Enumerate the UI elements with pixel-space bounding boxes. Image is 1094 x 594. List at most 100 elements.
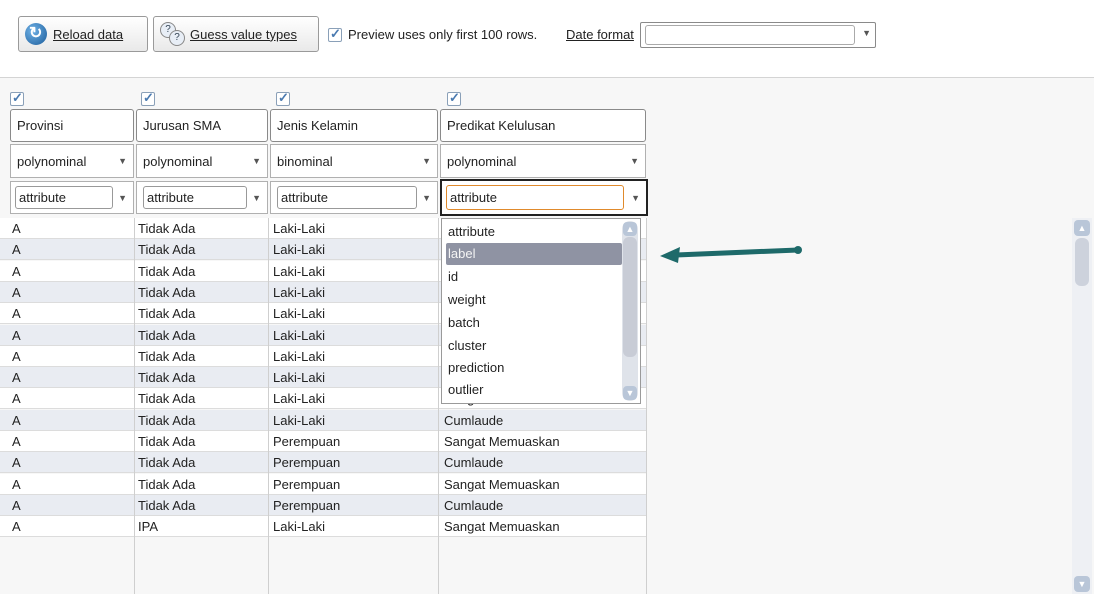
date-format-select[interactable]: ▼ (640, 22, 876, 48)
table-cell: A (12, 284, 21, 300)
table-cell: Tidak Ada (138, 284, 196, 300)
table-cell: A (12, 263, 21, 279)
column-name-field[interactable]: Provinsi (10, 109, 134, 142)
column-role-select[interactable]: attribute ▼ (10, 181, 134, 214)
column-name-field[interactable]: Jenis Kelamin (270, 109, 438, 142)
role-dropdown-list[interactable]: attribute label id weight batch cluster predic… (441, 218, 641, 404)
table-cell: Tidak Ada (138, 263, 196, 279)
table-row[interactable]: A Tidak Ada Perempuan Sangat Memuaskan (0, 473, 646, 495)
column-type-select[interactable]: polynominal ▼ (440, 144, 646, 178)
dropdown-scrollbar[interactable]: ▲ ▼ (622, 221, 638, 401)
reload-data-label: Reload data (53, 26, 124, 42)
table-scrollbar[interactable]: ▲ ▼ (1072, 218, 1092, 594)
table-cell: Tidak Ada (138, 242, 196, 258)
table-cell: Laki-Laki (273, 263, 326, 279)
column-include-checkbox[interactable] (447, 90, 461, 106)
table-cell: A (12, 497, 21, 513)
table-cell: Sangat Memuaskan (444, 476, 560, 492)
column-role-value: attribute (277, 186, 417, 209)
role-option-attribute[interactable]: attribute (446, 221, 622, 243)
table-cell: Tidak Ada (138, 306, 196, 322)
column-name-field[interactable]: Predikat Kelulusan (440, 109, 646, 142)
table-cell: Laki-Laki (273, 306, 326, 322)
arrow-tail-dot (794, 246, 802, 254)
column-role-select-active[interactable]: attribute ▼ (440, 179, 648, 216)
column-include-checkbox[interactable] (10, 90, 24, 106)
table-row[interactable]: A Tidak Ada Perempuan Sangat Memuaskan (0, 431, 646, 452)
column-role-select[interactable]: attribute ▼ (270, 181, 438, 214)
chevron-down-icon: ▼ (118, 156, 127, 166)
preview-checkbox[interactable] (328, 26, 342, 42)
reload-data-button[interactable]: Reload data (18, 16, 148, 52)
column-role-select[interactable]: attribute ▼ (136, 181, 268, 214)
table-cell: A (12, 519, 21, 535)
scroll-up-icon[interactable]: ▲ (623, 222, 637, 236)
column-include-checkbox[interactable] (141, 90, 155, 106)
arrow-head (660, 247, 680, 263)
column-type-select[interactable]: polynominal ▼ (136, 144, 268, 178)
date-format-label: Date format (566, 27, 634, 42)
column-type-select[interactable]: polynominal ▼ (10, 144, 134, 178)
table-cell: Tidak Ada (138, 221, 196, 236)
table-scroll-thumb[interactable] (1075, 238, 1089, 286)
table-cell: Laki-Laki (273, 412, 326, 428)
dropdown-scroll-thumb[interactable] (623, 237, 637, 357)
table-cell: Laki-Laki (273, 519, 326, 535)
chevron-down-icon: ▼ (422, 192, 431, 203)
role-option-outlier[interactable]: outlier (446, 379, 622, 401)
column-type-value: polynominal (447, 153, 517, 169)
column-name-field[interactable]: Jurusan SMA (136, 109, 268, 142)
table-cell: A (12, 242, 21, 258)
guess-value-types-label: Guess value types (190, 26, 297, 42)
reload-icon (25, 23, 47, 45)
table-cell: A (12, 370, 21, 386)
column-include-checkbox[interactable] (276, 90, 290, 106)
table-cell: Tidak Ada (138, 434, 196, 449)
column-type-value: polynominal (17, 153, 87, 169)
role-option-cluster[interactable]: cluster (446, 335, 622, 357)
table-cell: Perempuan (273, 497, 341, 513)
column-role-value: attribute (446, 185, 624, 210)
table-cell: Laki-Laki (273, 327, 326, 343)
scroll-down-icon[interactable]: ▼ (623, 386, 637, 400)
toolbar: Reload data ?? Guess value types Preview… (0, 0, 1094, 78)
table-row[interactable]: A IPA Laki-Laki Sangat Memuaskan (0, 516, 646, 538)
table-cell: Cumlaude (444, 455, 504, 471)
annotation-arrow (660, 246, 802, 263)
table-cell: A (12, 455, 21, 471)
table-cell: Perempuan (273, 476, 341, 492)
table-cell: A (12, 476, 21, 492)
table-row[interactable]: A Tidak Ada Perempuan Cumlaude (0, 452, 646, 474)
role-option-batch[interactable]: batch (446, 312, 622, 334)
table-cell: Perempuan (273, 434, 341, 449)
table-cell: A (12, 434, 21, 449)
table-cell: Laki-Laki (273, 242, 326, 258)
table-row[interactable]: A Tidak Ada Perempuan Cumlaude (0, 494, 646, 516)
table-cell: Cumlaude (444, 412, 504, 428)
table-cell: A (12, 412, 21, 428)
table-cell: Tidak Ada (138, 348, 196, 364)
table-cell: Sangat Memuaskan (444, 519, 560, 535)
table-cell: Tidak Ada (138, 455, 196, 471)
column-divider (438, 218, 439, 594)
chevron-down-icon: ▼ (252, 156, 261, 166)
scroll-down-icon[interactable]: ▼ (1074, 576, 1090, 592)
column-type-select[interactable]: binominal ▼ (270, 144, 438, 178)
scroll-up-icon[interactable]: ▲ (1074, 220, 1090, 236)
role-option-id[interactable]: id (446, 266, 622, 288)
role-option-label[interactable]: label (446, 243, 622, 265)
column-role-value: attribute (143, 186, 247, 209)
column-divider (268, 218, 269, 594)
table-cell: Sangat Memuaskan (444, 434, 560, 449)
column-role-value: attribute (15, 186, 113, 209)
role-option-prediction[interactable]: prediction (446, 357, 622, 379)
table-row[interactable]: A Tidak Ada Laki-Laki Cumlaude (0, 409, 646, 431)
date-format-input[interactable] (645, 25, 855, 45)
role-option-weight[interactable]: weight (446, 289, 622, 311)
guess-value-types-button[interactable]: ?? Guess value types (153, 16, 319, 52)
column-divider (646, 218, 647, 594)
table-cell: Laki-Laki (273, 370, 326, 386)
table-cell: Tidak Ada (138, 476, 196, 492)
table-cell: A (12, 348, 21, 364)
chevron-down-icon: ▼ (630, 156, 639, 166)
